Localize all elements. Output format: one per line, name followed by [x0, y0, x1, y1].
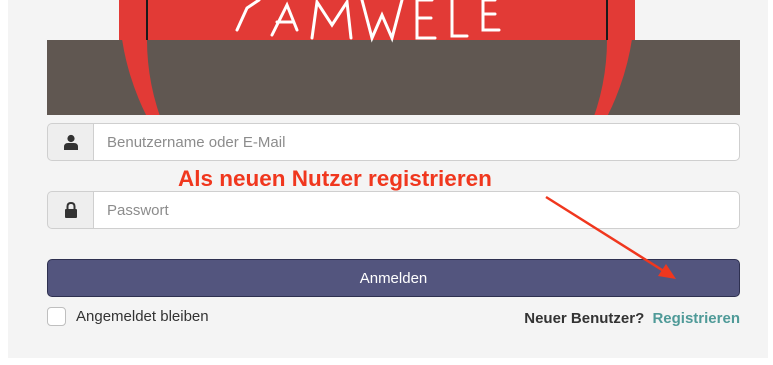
- register-line: Neuer Benutzer? Registrieren: [524, 310, 740, 327]
- register-link[interactable]: Registrieren: [652, 310, 740, 327]
- password-addon: [47, 191, 93, 229]
- username-addon: [47, 123, 93, 161]
- remember-me-label: Angemeldet bleiben: [76, 308, 209, 325]
- new-user-text: Neuer Benutzer?: [524, 310, 645, 327]
- username-input[interactable]: [93, 123, 740, 161]
- remember-me-checkbox[interactable]: [47, 307, 66, 326]
- password-input[interactable]: [93, 191, 740, 229]
- lock-icon: [64, 202, 77, 218]
- username-group: [47, 123, 740, 161]
- user-icon: [63, 134, 78, 150]
- remember-me[interactable]: Angemeldet bleiben: [47, 307, 209, 326]
- logo-image: [47, 0, 740, 115]
- login-button[interactable]: Anmelden: [47, 259, 740, 297]
- logo-banner: [47, 0, 740, 115]
- annotation-label: Als neuen Nutzer registrieren: [178, 166, 492, 191]
- password-group: [47, 191, 740, 229]
